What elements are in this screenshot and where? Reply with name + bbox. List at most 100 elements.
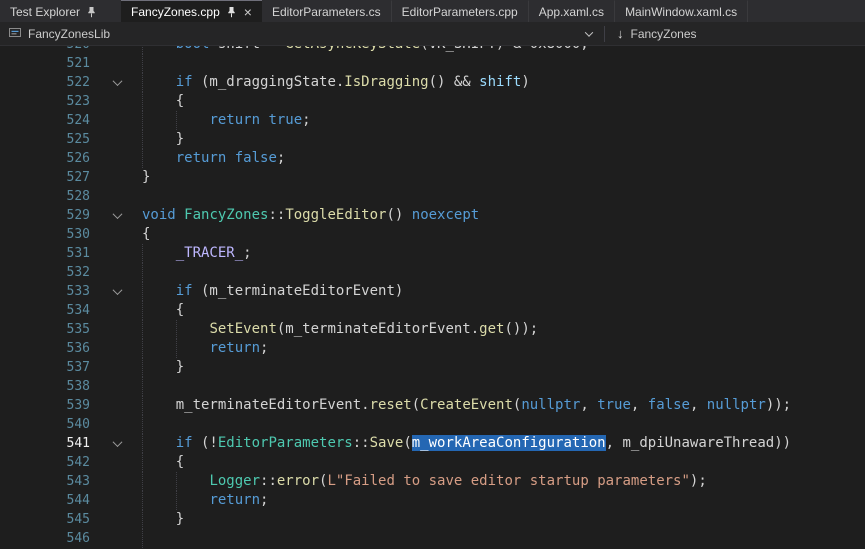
line-number: 531 — [0, 244, 92, 263]
code-line[interactable]: 537 } — [0, 358, 865, 377]
code-line[interactable]: 530{ — [0, 225, 865, 244]
code-line[interactable]: 543 Logger::error(L"Failed to save edito… — [0, 472, 865, 491]
code-line[interactable]: 536 return; — [0, 339, 865, 358]
line-number: 522 — [0, 73, 92, 92]
code-line[interactable]: 541 if (!EditorParameters::Save(m_workAr… — [0, 434, 865, 453]
code-line[interactable]: 525 } — [0, 130, 865, 149]
member-dropdown[interactable]: ↓ FancyZones — [605, 22, 709, 45]
line-number: 542 — [0, 453, 92, 472]
code-line[interactable]: 535 SetEvent(m_terminateEditorEvent.get(… — [0, 320, 865, 339]
pin-icon[interactable] — [86, 6, 97, 18]
code-line[interactable]: 528 — [0, 187, 865, 206]
code-line[interactable]: 527} — [0, 168, 865, 187]
code-line[interactable]: 521 — [0, 54, 865, 73]
code-text: if (m_terminateEditorEvent) — [142, 282, 865, 301]
line-number: 546 — [0, 529, 92, 548]
code-line[interactable]: 524 return true; — [0, 111, 865, 130]
indent-guide — [142, 415, 143, 434]
line-number: 538 — [0, 377, 92, 396]
vs-editor-window: Test Explorer FancyZones.cpp × EditorPar… — [0, 0, 865, 549]
tab-app-xaml-cs[interactable]: App.xaml.cs — [529, 0, 615, 22]
fold-margin — [92, 149, 142, 168]
code-text — [142, 54, 865, 73]
code-line[interactable]: 531 _TRACER_; — [0, 244, 865, 263]
code-line[interactable]: 534 { — [0, 301, 865, 320]
fold-margin — [92, 510, 142, 529]
code-line[interactable]: 523 { — [0, 92, 865, 111]
line-number: 544 — [0, 491, 92, 510]
code-line[interactable]: 526 return false; — [0, 149, 865, 168]
code-line[interactable]: 545 } — [0, 510, 865, 529]
fold-margin — [92, 244, 142, 263]
code-text: m_terminateEditorEvent.reset(CreateEvent… — [142, 396, 865, 415]
code-text: return true; — [142, 111, 865, 130]
fold-toggle[interactable] — [92, 434, 142, 453]
line-number: 537 — [0, 358, 92, 377]
line-number: 539 — [0, 396, 92, 415]
tab-fancyzones-cpp[interactable]: FancyZones.cpp × — [121, 0, 262, 22]
code-line[interactable]: 529void FancyZones::ToggleEditor() noexc… — [0, 206, 865, 225]
fold-toggle[interactable] — [92, 73, 142, 92]
tab-editorparameters-cs[interactable]: EditorParameters.cs — [262, 0, 392, 22]
tab-label: App.xaml.cs — [539, 5, 604, 19]
code-line[interactable]: 520 bool shift = GetAsyncKeyState(VK_SHI… — [0, 46, 865, 54]
close-icon[interactable]: × — [244, 5, 252, 19]
pin-icon[interactable] — [226, 6, 237, 18]
line-number: 529 — [0, 206, 92, 225]
code-text: } — [142, 510, 865, 529]
code-line[interactable]: 546 — [0, 529, 865, 548]
tab-editorparameters-cpp[interactable]: EditorParameters.cpp — [392, 0, 529, 22]
line-number: 530 — [0, 225, 92, 244]
code-text: if (m_draggingState.IsDragging() && shif… — [142, 73, 865, 92]
tab-mainwindow-xaml-cs[interactable]: MainWindow.xaml.cs — [615, 0, 748, 22]
chevron-down-icon[interactable] — [112, 437, 122, 447]
tab-label: Test Explorer — [10, 5, 80, 19]
code-text: return; — [142, 491, 865, 510]
code-line[interactable]: 538 — [0, 377, 865, 396]
line-number: 536 — [0, 339, 92, 358]
code-text: Logger::error(L"Failed to save editor st… — [142, 472, 865, 491]
fold-margin — [92, 453, 142, 472]
code-line[interactable]: 542 { — [0, 453, 865, 472]
code-text — [142, 529, 865, 548]
code-lines[interactable]: 520 bool shift = GetAsyncKeyState(VK_SHI… — [0, 46, 865, 548]
tab-label: EditorParameters.cs — [272, 5, 381, 19]
fold-toggle[interactable] — [92, 206, 142, 225]
code-text: SetEvent(m_terminateEditorEvent.get()); — [142, 320, 865, 339]
code-text — [142, 187, 865, 206]
line-number: 541 — [0, 434, 92, 453]
chevron-down-icon[interactable] — [112, 76, 122, 86]
fold-margin — [92, 415, 142, 434]
tab-label: MainWindow.xaml.cs — [625, 5, 737, 19]
project-dropdown[interactable]: FancyZonesLib — [0, 22, 604, 45]
code-text: { — [142, 301, 865, 320]
fold-toggle[interactable] — [92, 282, 142, 301]
code-editor[interactable]: 520 bool shift = GetAsyncKeyState(VK_SHI… — [0, 46, 865, 549]
indent-guide — [142, 54, 143, 73]
code-line[interactable]: 532 — [0, 263, 865, 282]
line-number: 524 — [0, 111, 92, 130]
tab-label: EditorParameters.cpp — [402, 5, 518, 19]
code-line[interactable]: 539 m_terminateEditorEvent.reset(CreateE… — [0, 396, 865, 415]
project-name: FancyZonesLib — [28, 27, 110, 41]
code-text: } — [142, 358, 865, 377]
chevron-down-icon[interactable] — [112, 209, 122, 219]
fold-margin — [92, 130, 142, 149]
code-text: return false; — [142, 149, 865, 168]
line-number: 520 — [0, 46, 92, 54]
line-number: 532 — [0, 263, 92, 282]
code-text: bool shift = GetAsyncKeyState(VK_SHIFT) … — [142, 46, 865, 54]
code-line[interactable]: 533 if (m_terminateEditorEvent) — [0, 282, 865, 301]
fold-margin — [92, 225, 142, 244]
code-line[interactable]: 544 return; — [0, 491, 865, 510]
tab-test-explorer[interactable]: Test Explorer — [0, 0, 107, 22]
line-number: 521 — [0, 54, 92, 73]
code-text — [142, 415, 865, 434]
line-number: 527 — [0, 168, 92, 187]
code-line[interactable]: 522 if (m_draggingState.IsDragging() && … — [0, 73, 865, 92]
line-number: 523 — [0, 92, 92, 111]
fold-margin — [92, 491, 142, 510]
chevron-down-icon[interactable] — [112, 285, 122, 295]
code-line[interactable]: 540 — [0, 415, 865, 434]
indent-guide — [142, 377, 143, 396]
